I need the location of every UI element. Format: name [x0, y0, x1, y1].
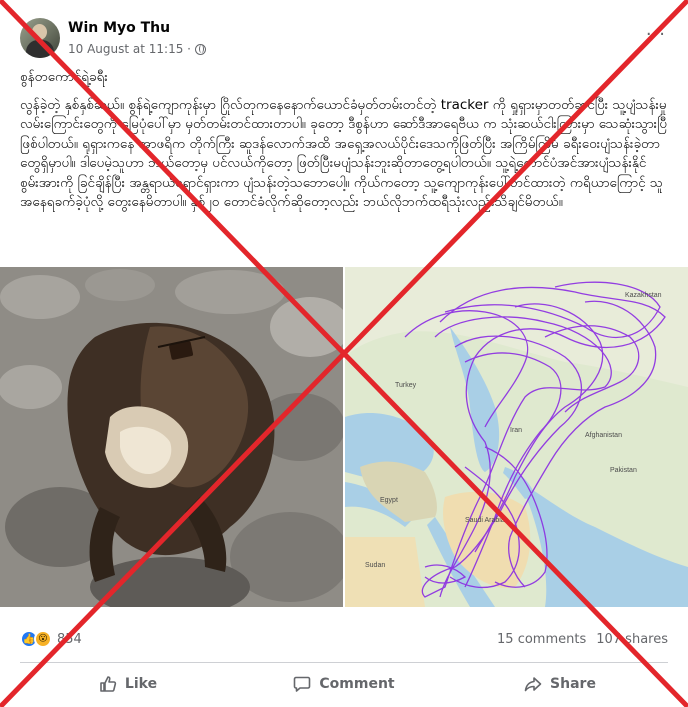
- map-label-kazakhstan: Kazakhstan: [625, 292, 662, 299]
- post-title: စွန်တကောင်ရဲ့ခရီး: [20, 69, 108, 85]
- share-label: Share: [550, 676, 596, 692]
- reaction-count: 854: [57, 631, 82, 647]
- map-label-iran: Iran: [510, 427, 522, 434]
- share-button[interactable]: Share: [452, 668, 668, 700]
- vulture-photo-graphic: [0, 267, 343, 607]
- post-timestamp[interactable]: 10 August at 11:15 ·: [68, 42, 191, 56]
- map-label-turkey: Turkey: [395, 382, 417, 389]
- shares-count[interactable]: 107 shares: [596, 632, 668, 647]
- map-label-pakistan: Pakistan: [610, 467, 637, 474]
- reaction-summary[interactable]: 👍 😮 854: [20, 630, 82, 648]
- dead-vulture-photo[interactable]: [0, 267, 343, 607]
- map-label-saudi-arabia: Saudi Arabia: [465, 517, 505, 524]
- post-actions: Like Comment Share: [20, 668, 668, 700]
- facebook-post: Win Myo Thu 10 August at 11:15 · ··· စွန…: [0, 0, 688, 707]
- engagement-counts: 15 comments 107 shares: [497, 632, 668, 647]
- map-graphic: Kazakhstan Turkey Iran Egypt Saudi Arabi…: [345, 267, 688, 607]
- post-stats: 👍 😮 854 15 comments 107 shares: [20, 630, 668, 652]
- map-label-sudan: Sudan: [365, 562, 385, 569]
- post-meta: 10 August at 11:15 ·: [68, 42, 206, 56]
- comments-count[interactable]: 15 comments: [497, 632, 586, 647]
- avatar-body: [26, 40, 54, 58]
- map-label-afghanistan: Afghanistan: [585, 432, 622, 439]
- globe-icon: [194, 43, 206, 55]
- share-arrow-icon: [524, 677, 542, 692]
- author-name[interactable]: Win Myo Thu: [68, 20, 170, 36]
- comment-icon: [294, 676, 311, 692]
- author-avatar[interactable]: [20, 18, 60, 58]
- post-body: လွန်ခဲ့တဲ့ နှစ်နှစ်ဆယ်။ စွန်ရဲ့ကျောကုန်း…: [20, 96, 668, 211]
- post-text: စွန်တကောင်ရဲ့ခရီး လွန်ခဲ့တဲ့ နှစ်နှစ်ဆယ်…: [20, 68, 668, 213]
- wow-reaction-icon: 😮: [34, 630, 52, 648]
- actions-divider: [20, 662, 668, 663]
- post-header: Win Myo Thu 10 August at 11:15 · ···: [20, 18, 670, 62]
- post-images: Kazakhstan Turkey Iran Egypt Saudi Arabi…: [0, 267, 688, 607]
- more-options-icon[interactable]: ···: [646, 26, 666, 44]
- migration-map[interactable]: Kazakhstan Turkey Iran Egypt Saudi Arabi…: [345, 267, 688, 607]
- avatar-head: [32, 24, 47, 40]
- map-label-egypt: Egypt: [380, 497, 398, 504]
- thumbs-up-icon: [100, 676, 117, 692]
- like-label: Like: [124, 676, 158, 692]
- comment-label: Comment: [319, 676, 395, 692]
- comment-button[interactable]: Comment: [236, 668, 452, 700]
- like-button[interactable]: Like: [20, 668, 236, 700]
